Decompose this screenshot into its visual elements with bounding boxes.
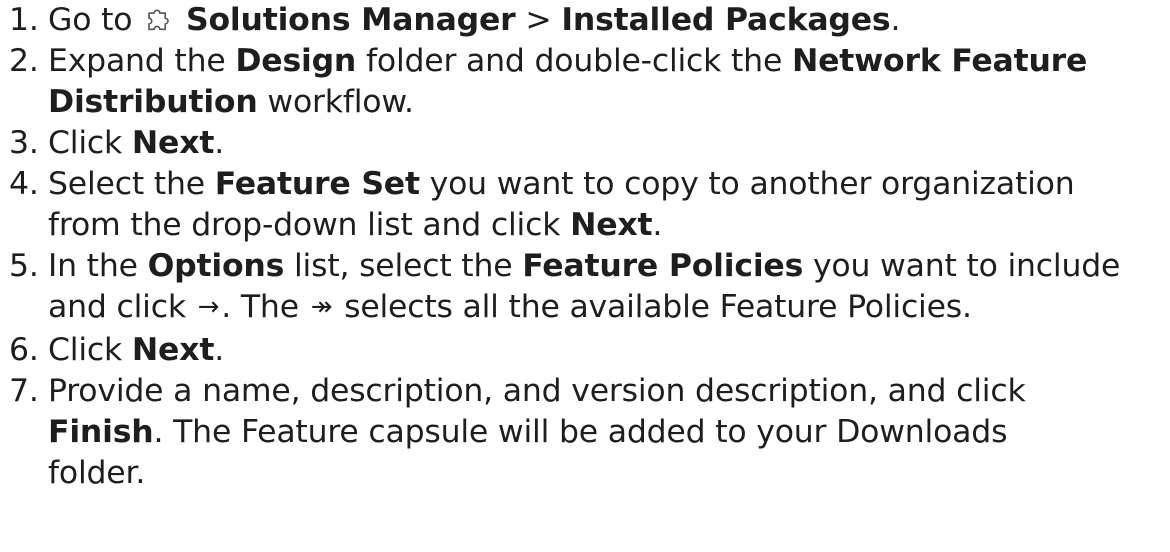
ui-term: Solutions Manager <box>185 2 516 38</box>
step-number: 6. <box>9 332 39 368</box>
step-item: 1. Go to Solutions Manager > Installed Pa… <box>0 0 1170 41</box>
ui-term: Design <box>235 43 357 79</box>
step-text: . <box>890 2 901 38</box>
step-number: 4. <box>9 166 39 202</box>
step-line: Select the Feature Set you want to copy … <box>48 164 1170 205</box>
step-item: 4. Select the Feature Set you want to cop… <box>0 164 1170 246</box>
add-arrow-icon: → <box>197 292 220 322</box>
step-line: Go to Solutions Manager > Installed Pack… <box>48 0 1170 41</box>
ui-term: Installed Packages <box>561 2 891 38</box>
ui-term: Feature Policies <box>522 248 804 284</box>
step-text: and click <box>48 289 196 325</box>
step-text: . <box>652 207 663 243</box>
step-number: 7. <box>9 373 39 409</box>
step-text: from the drop-down list and click <box>48 207 571 243</box>
step-line: Click Next. <box>48 330 1170 371</box>
ui-term: Next <box>131 332 215 368</box>
step-line: Click Next. <box>48 123 1170 164</box>
step-text: . <box>214 332 225 368</box>
step-text: Expand the <box>48 43 236 79</box>
ui-term: Network Feature <box>791 43 1088 79</box>
step-item: 2. Expand the Design folder and double-cl… <box>0 41 1170 123</box>
step-text: Provide a name, description, and version… <box>48 373 1026 409</box>
instruction-steps-list: 1. Go to Solutions Manager > Installed Pa… <box>0 0 1170 494</box>
ui-term: Finish <box>48 414 154 450</box>
step-text: Select the <box>48 166 215 202</box>
ui-term: Next <box>570 207 653 243</box>
step-number: 2. <box>9 43 39 79</box>
step-line: In the Options list, select the Feature … <box>48 246 1170 287</box>
step-item: 3. Click Next. <box>0 123 1170 164</box>
step-item: 6. Click Next. <box>0 330 1170 371</box>
step-line: Provide a name, description, and version… <box>48 371 1170 412</box>
step-line: and click →. The ↠ selects all the avail… <box>48 287 1170 330</box>
step-line: from the drop-down list and click Next. <box>48 205 1170 246</box>
step-text: list, select the <box>284 248 523 284</box>
step-item: 5. In the Options list, select the Featur… <box>0 246 1170 330</box>
step-text: Go to <box>48 2 143 38</box>
step-item: 7. Provide a name, description, and versi… <box>0 371 1170 494</box>
step-number: 3. <box>9 125 39 161</box>
step-text <box>176 2 186 38</box>
puzzle-icon <box>144 3 174 33</box>
step-line: Finish. The Feature capsule will be adde… <box>48 412 1170 453</box>
step-text: workflow. <box>257 84 414 120</box>
step-line: folder. <box>48 453 1170 494</box>
step-line: Distribution workflow. <box>48 82 1170 123</box>
step-text: . The Feature capsule will be added to y… <box>153 414 1008 450</box>
ui-term: Options <box>147 248 285 284</box>
step-text: > <box>515 2 562 38</box>
step-text: . The <box>221 289 309 325</box>
step-text: In the <box>48 248 148 284</box>
step-text: Click <box>48 332 132 368</box>
ui-term: Next <box>131 125 215 161</box>
step-number: 1. <box>9 2 39 38</box>
step-line: Expand the Design folder and double-clic… <box>48 41 1170 82</box>
step-text: you want to include <box>803 248 1121 284</box>
step-text: selects all the available Feature Polici… <box>334 289 972 325</box>
step-number: 5. <box>9 248 39 284</box>
step-text: Click <box>48 125 132 161</box>
step-text: folder and double-click the <box>356 43 792 79</box>
ui-term: Feature Set <box>214 166 420 202</box>
step-text: . <box>214 125 225 161</box>
add-all-arrow-icon: ↠ <box>310 292 333 322</box>
step-text: you want to copy to another organization <box>419 166 1075 202</box>
step-text: folder. <box>48 455 146 491</box>
ui-term: Distribution <box>48 84 258 120</box>
